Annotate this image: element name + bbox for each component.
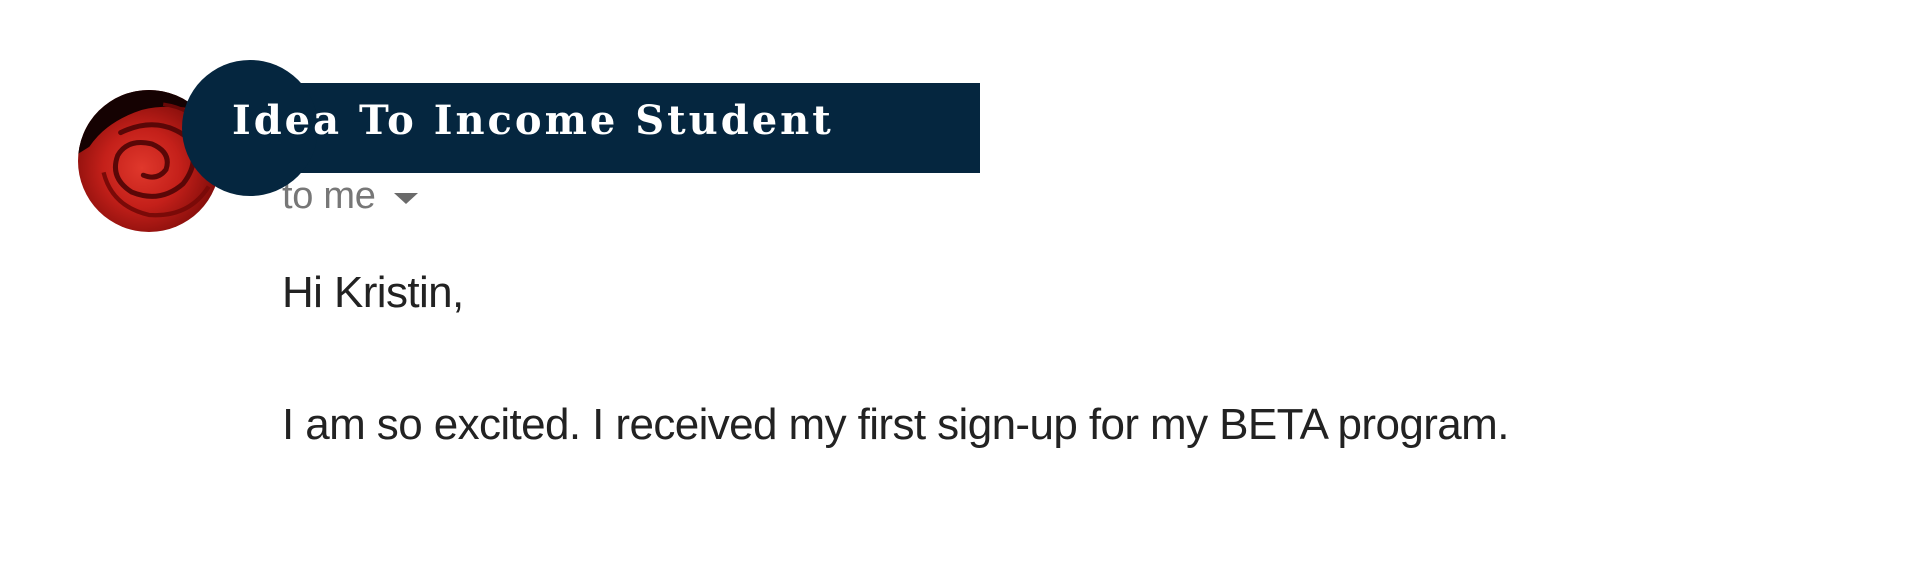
rose-image [78,90,220,218]
recipient-label: to me [282,175,376,217]
email-message: @gmail.com> to me Hi Kristin, I am so ex… [0,0,1920,561]
sender-line: @gmail.com> [282,100,513,143]
email-body: Hi Kristin, I am so excited. I received … [282,268,1509,450]
chevron-down-icon[interactable] [393,193,418,204]
greeting-text: Hi Kristin, [282,268,464,317]
recipient-line: to me [282,175,418,218]
sender-email[interactable]: @gmail.com> [282,100,513,142]
body-paragraph: I am so excited. I received my first sig… [282,400,1509,449]
sender-avatar[interactable] [78,90,220,232]
